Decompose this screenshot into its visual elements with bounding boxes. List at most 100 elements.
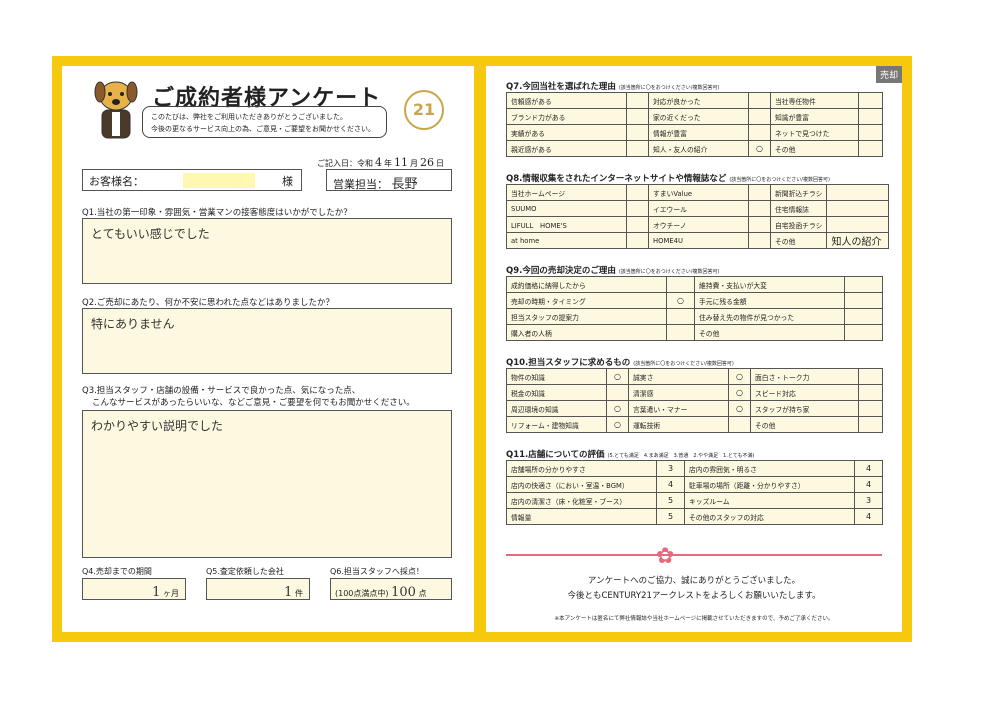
q7-option-label: その他 xyxy=(770,140,859,157)
date-day[interactable]: 26 xyxy=(418,156,436,169)
q8-answer-cell[interactable] xyxy=(748,232,771,249)
q10-answer-cell[interactable]: ○ xyxy=(728,384,751,401)
q5-label: Q5.査定依頼した会社 xyxy=(206,567,284,576)
q5-field[interactable]: 1 件 xyxy=(206,578,310,600)
date-year[interactable]: 4 xyxy=(373,156,384,169)
q2-answer-field[interactable]: 特にありません xyxy=(82,308,452,374)
q8-answer-cell[interactable] xyxy=(826,200,890,217)
q7-answer-cell[interactable]: ○ xyxy=(748,140,771,157)
q7-answer-cell[interactable] xyxy=(748,92,771,109)
q11-answer-cell[interactable]: 4 xyxy=(854,460,883,477)
q8-row: 当社ホームページ すまいValue 新聞折込チラシ xyxy=(506,184,890,201)
q11-answer-cell[interactable]: 4 xyxy=(656,476,685,493)
q7-answer-cell[interactable] xyxy=(626,124,649,141)
q10-answer-cell[interactable]: ○ xyxy=(606,416,629,433)
q9-answer-cell[interactable] xyxy=(844,324,883,341)
q7-answer-cell[interactable] xyxy=(626,140,649,157)
q4-unit: ヶ月 xyxy=(163,589,179,598)
q10-answer-cell[interactable] xyxy=(606,384,629,401)
q8-answer-cell[interactable] xyxy=(626,184,649,201)
q10-answer-cell[interactable] xyxy=(858,416,883,433)
q8-answer-cell[interactable] xyxy=(626,216,649,233)
q11-row: 店内の快適さ（におい・室温・BGM） 4 駐車場の場所（距離・分かりやすさ） 4 xyxy=(506,476,883,493)
q10-answer-cell[interactable]: ○ xyxy=(606,368,629,385)
q9-answer-cell[interactable] xyxy=(666,324,695,341)
q10-option-label: 清潔感 xyxy=(628,384,729,401)
q11-title: Q11.店舗についての評価 (5.とても満足 4.まあ満足 3.普通 2.やや満… xyxy=(506,450,755,460)
q11-answer-cell[interactable]: 3 xyxy=(656,460,685,477)
q8-answer-cell[interactable] xyxy=(626,200,649,217)
q10-answer-cell[interactable] xyxy=(858,368,883,385)
q5-unit: 件 xyxy=(295,589,303,598)
q7-answer-cell[interactable] xyxy=(858,108,883,125)
q10-option-label: リフォーム・建物知識 xyxy=(506,416,607,433)
q7-answer-cell[interactable] xyxy=(748,108,771,125)
q8-answer-cell[interactable] xyxy=(826,184,890,201)
customer-name-redaction xyxy=(183,173,255,188)
q10-answer-cell[interactable]: ○ xyxy=(728,368,751,385)
q2-answer: 特にありません xyxy=(91,317,175,331)
q10-answer-cell[interactable] xyxy=(858,384,883,401)
q7-answer-cell[interactable] xyxy=(748,124,771,141)
q7-answer-cell[interactable] xyxy=(858,92,883,109)
q11-answer-cell[interactable]: 4 xyxy=(854,508,883,525)
q10-answer-cell[interactable]: ○ xyxy=(606,400,629,417)
staff-field[interactable]: 営業担当： 長野 xyxy=(326,169,452,192)
q8-option-label: SUUMO xyxy=(506,200,627,217)
q11-answer-cell[interactable]: 5 xyxy=(656,492,685,509)
q9-title: Q9.今回の売却決定のご理由 (該当箇所に〇をおつけください/複数回答可) xyxy=(506,266,720,276)
q8-table: 当社ホームページ すまいValue 新聞折込チラシ SUUMO イエウール 住宅情報誌 LI… xyxy=(506,184,890,249)
q8-option-label: オウチーノ xyxy=(648,216,749,233)
q1-answer-field[interactable]: とてもいい感じでした xyxy=(82,218,452,284)
q7-answer-cell[interactable] xyxy=(858,124,883,141)
q11-answer-cell[interactable]: 4 xyxy=(854,476,883,493)
q7-row: ブランド力がある 家の近くだった 知識が豊富 xyxy=(506,108,883,125)
q11-answer-cell[interactable]: 3 xyxy=(854,492,883,509)
entry-date: ご記入日：令和 4 年 11 月 26 日 xyxy=(317,156,444,169)
q9-answer-cell[interactable] xyxy=(666,276,695,293)
intro-bubble: このたびは、弊社をご利用いただきありがとうございました。 今後の更なるサービス向… xyxy=(142,106,387,138)
q11-table: 店舗場所の分かりやすさ 3 店内の雰囲気・明るさ 4 店内の快適さ（におい・室温・BGM… xyxy=(506,460,883,525)
q10-option-label: スタッフが持ち家 xyxy=(750,400,859,417)
q9-answer-cell[interactable] xyxy=(844,308,883,325)
q8-answer-cell[interactable] xyxy=(748,216,771,233)
q8-option-label: at home xyxy=(506,232,627,249)
q9-answer-cell[interactable] xyxy=(844,292,883,309)
q7-title: Q7.今回当社を選ばれた理由 (該当箇所に〇をおつけください/複数回答可) xyxy=(506,82,720,92)
q10-option-label: 周辺環境の知識 xyxy=(506,400,607,417)
q8-answer-cell[interactable] xyxy=(826,216,890,233)
q10-option-label: 運転技術 xyxy=(628,416,729,433)
q9-answer-cell[interactable] xyxy=(844,276,883,293)
customer-name-field[interactable]: お客様名： 様 xyxy=(82,169,302,191)
q9-answer-cell[interactable]: ○ xyxy=(666,292,695,309)
thanks-line-2: 今後ともCENTURY21アークレストをよろしくお願いいたします。 xyxy=(567,591,821,601)
q7-answer-cell[interactable] xyxy=(626,92,649,109)
q11-option-label: 情報量 xyxy=(506,508,657,525)
q4-field[interactable]: 1 ヶ月 xyxy=(82,578,186,600)
q10-answer-cell[interactable] xyxy=(858,400,883,417)
q8-option-label: その他 xyxy=(769,232,828,249)
q10-answer-cell[interactable] xyxy=(728,416,751,433)
q3-answer-field[interactable]: わかりやすい説明でした xyxy=(82,410,452,558)
q6-prefix: (100点満点中) xyxy=(335,589,389,598)
customer-name-suffix: 様 xyxy=(282,175,293,188)
q7-answer-cell[interactable] xyxy=(626,108,649,125)
q6-field[interactable]: (100点満点中) 100 点 xyxy=(330,578,452,600)
q8-answer-cell[interactable] xyxy=(748,184,771,201)
q11-option-label: 店内の快適さ（におい・室温・BGM） xyxy=(506,476,657,493)
q9-option-label: その他 xyxy=(694,324,845,341)
q10-answer-cell[interactable]: ○ xyxy=(728,400,751,417)
q11-option-label: キッズルーム xyxy=(684,492,855,509)
q3-question-line-1: Q3.担当スタッフ・店舗の設備・サービスで良かった点、気になった点、 xyxy=(82,386,361,396)
q3-answer: わかりやすい説明でした xyxy=(91,419,224,433)
date-year-unit: 年 xyxy=(384,159,392,168)
q9-answer-cell[interactable] xyxy=(666,308,695,325)
q8-answer-cell[interactable]: 知人の紹介 xyxy=(826,232,890,249)
q8-option-label: 住宅情報誌 xyxy=(769,200,828,217)
q8-answer-cell[interactable] xyxy=(626,232,649,249)
date-month[interactable]: 11 xyxy=(392,156,410,169)
q7-answer-cell[interactable] xyxy=(858,140,883,157)
q8-answer-cell[interactable] xyxy=(748,200,771,217)
q1-question: Q1.当社の第一印象・雰囲気・営業マンの接客態度はいかがでしたか？ xyxy=(82,208,352,218)
q11-answer-cell[interactable]: 5 xyxy=(656,508,685,525)
